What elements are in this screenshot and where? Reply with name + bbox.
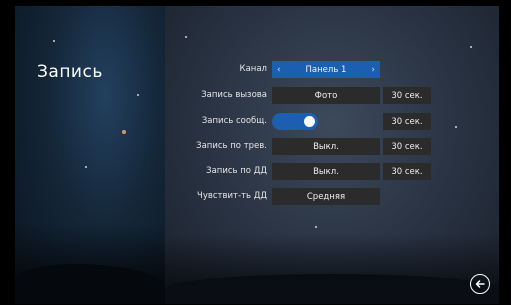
call-record-select[interactable]: Фото — [272, 87, 380, 104]
chevron-left-icon[interactable]: ‹ — [277, 65, 281, 75]
label-channel: Канал — [239, 64, 267, 74]
star — [185, 36, 187, 38]
chevron-right-icon[interactable]: › — [371, 65, 375, 75]
back-arrow-icon — [475, 280, 485, 288]
right-panel — [165, 6, 499, 304]
alarm-record-select[interactable]: Выкл. — [272, 138, 380, 155]
left-panel — [15, 6, 165, 304]
message-record-duration[interactable]: 30 сек. — [383, 113, 431, 130]
message-record-toggle[interactable] — [272, 113, 318, 130]
ground-silhouette — [165, 274, 499, 304]
alarm-record-duration[interactable]: 30 сек. — [383, 138, 431, 155]
motion-sensitivity-select[interactable]: Средняя — [272, 188, 380, 205]
back-button[interactable] — [470, 274, 490, 294]
call-record-duration[interactable]: 30 сек. — [383, 87, 431, 104]
label-call-record: Запись вызова — [201, 90, 267, 100]
motion-record-select[interactable]: Выкл. — [272, 163, 380, 180]
channel-select[interactable]: ‹ Панель 1 › — [272, 61, 380, 78]
star — [455, 126, 457, 128]
label-motion-sensitivity: Чувствит-ть ДД — [197, 191, 267, 201]
screen: Запись Канал ‹ Панель 1 › Запись вызова … — [15, 6, 499, 304]
star — [53, 40, 55, 42]
motion-record-duration[interactable]: 30 сек. — [383, 163, 431, 180]
star — [315, 226, 317, 228]
label-motion-record: Запись по ДД — [206, 166, 267, 176]
star — [122, 130, 126, 134]
star — [85, 166, 87, 168]
label-message-record: Запись сообщ. — [201, 116, 267, 126]
channel-value: Панель 1 — [305, 64, 347, 75]
star — [470, 46, 472, 48]
label-alarm-record: Запись по трев. — [196, 141, 267, 151]
toggle-knob — [304, 116, 315, 127]
star — [137, 94, 139, 96]
ground-silhouette — [15, 264, 165, 304]
page-title: Запись — [37, 62, 103, 82]
